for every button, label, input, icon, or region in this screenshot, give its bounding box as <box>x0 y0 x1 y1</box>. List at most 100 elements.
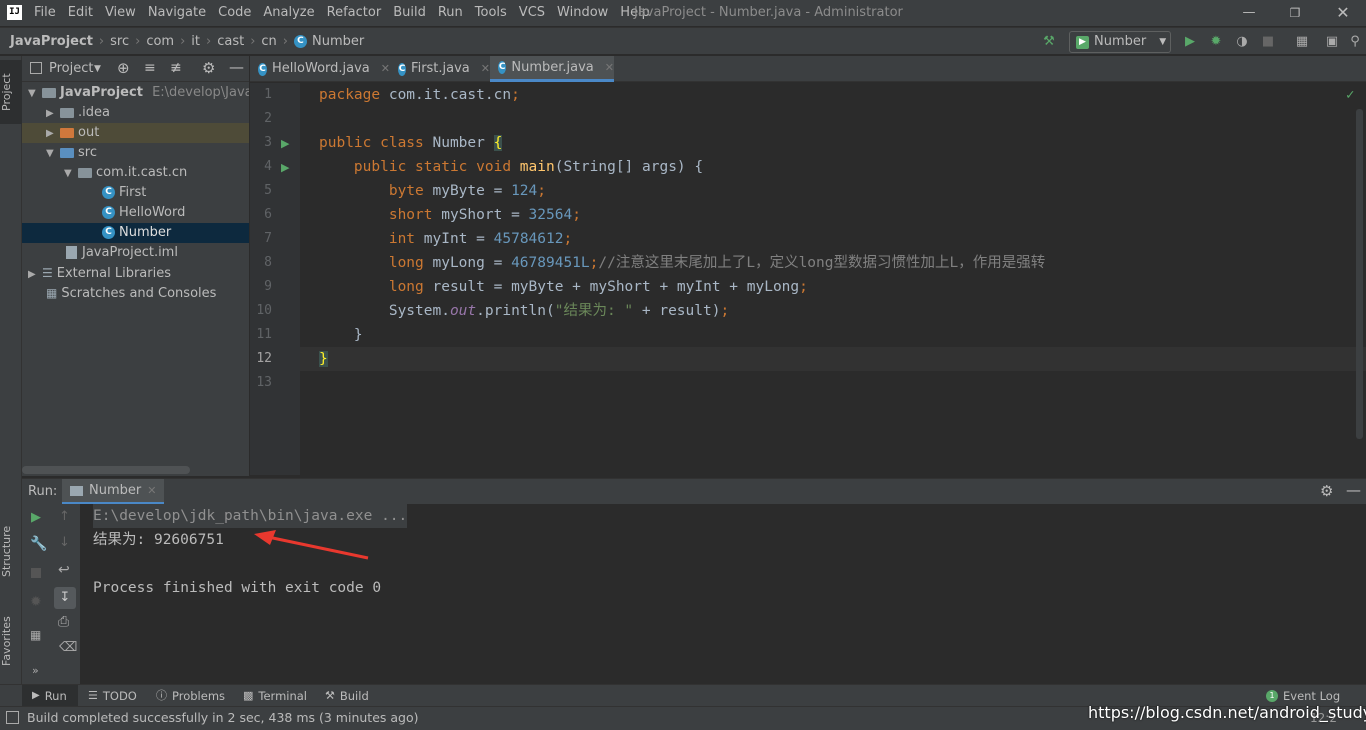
console-output[interactable]: E:\develop\jdk_path\bin\java.exe ... 结果为… <box>80 504 1366 684</box>
tree-item-external-libraries[interactable]: ▶ ☰ External Libraries <box>22 263 249 283</box>
breadcrumb-item[interactable]: it <box>191 28 200 55</box>
arrow-down-icon[interactable]: ↓ <box>59 535 70 550</box>
collapse-all-icon[interactable]: ≢ <box>170 60 182 76</box>
tool-tab-problems[interactable]: ⓘ Problems <box>156 685 225 707</box>
toggle-tool-windows-icon[interactable] <box>6 711 19 724</box>
restore-button[interactable]: ❐ <box>1272 0 1318 26</box>
stop-icon[interactable] <box>31 568 41 578</box>
print-icon[interactable]: ⎙ <box>58 614 69 630</box>
debug-bug-icon[interactable]: ✹ <box>1208 34 1224 50</box>
locate-icon[interactable]: ⊕ <box>117 59 130 77</box>
expand-all-icon[interactable]: ≡ <box>144 60 156 76</box>
project-view-icon <box>30 62 42 74</box>
minimize-button[interactable]: — <box>1226 0 1272 26</box>
project-structure-icon[interactable]: ▦ <box>1294 34 1310 50</box>
menu-analyze[interactable]: Analyze <box>263 0 320 26</box>
red-arrow-annotation <box>254 530 369 560</box>
menu-refactor[interactable]: Refactor <box>327 0 388 26</box>
menu-run[interactable]: Run <box>438 0 469 26</box>
hide-icon[interactable]: — <box>1346 481 1361 499</box>
close-window-button[interactable]: ✕ <box>1320 0 1366 26</box>
search-icon[interactable]: ⚲ <box>1347 34 1363 50</box>
menu-vcs[interactable]: VCS <box>519 0 551 26</box>
code-editor[interactable]: package com.it.cast.cn; public class Num… <box>300 83 1366 475</box>
horizontal-scrollbar[interactable] <box>22 466 190 474</box>
breadcrumb-item[interactable]: cast <box>217 28 244 55</box>
chevron-down-icon: ▼ <box>46 148 54 159</box>
coverage-icon[interactable]: ◑ <box>1234 34 1250 50</box>
layout-icon[interactable]: ▦ <box>30 628 41 642</box>
tool-tab-label: Problems <box>172 689 226 703</box>
breadcrumb-item[interactable]: cn <box>261 28 276 55</box>
code-line: System.out.println("结果为: " + result); <box>319 303 730 319</box>
breadcrumb-item[interactable]: com <box>146 28 174 55</box>
code-line: long result = myByte + myShort + myInt +… <box>388 279 808 295</box>
tool-tab-build[interactable]: ⚒ Build <box>325 685 369 707</box>
tool-tab-terminal[interactable]: ▩ Terminal <box>243 685 307 707</box>
gear-icon[interactable]: ⚙ <box>1320 482 1333 500</box>
line-number: 9 <box>264 279 272 294</box>
class-icon: C <box>258 62 268 76</box>
wrench-icon[interactable]: 🔧 <box>30 536 47 552</box>
trash-icon[interactable]: ⌫ <box>59 640 77 655</box>
tree-item-helloword[interactable]: C HelloWord <box>22 203 249 223</box>
tree-item-idea[interactable]: ▶ .idea <box>22 103 249 123</box>
close-icon[interactable]: ✕ <box>381 56 390 82</box>
tree-item-first[interactable]: C First <box>22 183 249 203</box>
presentation-icon[interactable]: ▣ <box>1324 34 1340 50</box>
tree-item-iml[interactable]: JavaProject.iml <box>22 243 249 263</box>
gear-icon[interactable]: ⚙ <box>202 59 215 77</box>
line-number: 5 <box>264 183 272 198</box>
menu-build[interactable]: Build <box>393 0 432 26</box>
menu-edit[interactable]: Edit <box>68 0 99 26</box>
stop-icon[interactable]: ■ <box>1260 34 1276 50</box>
close-icon[interactable]: ✕ <box>147 484 156 497</box>
code-line: short myShort = 32564; <box>388 207 581 223</box>
more-icon[interactable]: » <box>32 664 39 677</box>
arrow-up-icon[interactable]: ↑ <box>59 509 70 524</box>
vertical-scrollbar[interactable] <box>1356 109 1363 439</box>
menu-navigate[interactable]: Navigate <box>148 0 212 26</box>
no-problems-check-icon[interactable]: ✓ <box>1346 87 1354 103</box>
hide-icon[interactable]: — <box>229 58 244 76</box>
soft-wrap-icon[interactable]: ↩ <box>58 562 70 578</box>
breadcrumb-item[interactable]: src <box>110 28 129 55</box>
project-tool-tab[interactable]: Project <box>0 60 22 124</box>
project-view-select[interactable]: Project <box>49 61 93 76</box>
tab-number[interactable]: C Number.java ✕ <box>490 56 614 82</box>
menu-tools[interactable]: Tools <box>475 0 513 26</box>
tool-tab-todo[interactable]: ☰ TODO <box>88 685 137 707</box>
run-icon[interactable]: ▶ <box>1182 34 1198 50</box>
run-configuration-select[interactable]: ▶ Number ▼ <box>1069 31 1171 53</box>
tab-helloword[interactable]: C HelloWord.java ✕ <box>250 56 390 82</box>
breadcrumb-item[interactable]: JavaProject <box>10 28 93 55</box>
run-tab-number[interactable]: Number ✕ <box>62 479 165 505</box>
scroll-to-end-icon[interactable]: ↧ <box>54 587 76 609</box>
chevron-down-icon[interactable]: ▼ <box>94 64 101 74</box>
tree-item-label: .idea <box>78 105 110 120</box>
breadcrumb-item[interactable]: Number <box>312 28 364 55</box>
favorites-tool-tab[interactable]: Favorites <box>0 606 22 676</box>
tree-item-src[interactable]: ▼ src <box>22 143 249 163</box>
tab-first[interactable]: C First.java ✕ <box>390 56 490 82</box>
debug-icon[interactable]: ✹ <box>30 594 42 610</box>
close-icon[interactable]: ✕ <box>605 55 614 81</box>
tree-item-number[interactable]: C Number <box>22 223 249 243</box>
tree-item-javaproject[interactable]: ▼ JavaProject E:\develop\JavaPro <box>22 83 249 103</box>
structure-tool-tab[interactable]: Structure <box>0 516 22 586</box>
menu-code[interactable]: Code <box>218 0 257 26</box>
run-class-gutter-icon[interactable]: ▶ <box>281 137 289 150</box>
menu-window[interactable]: Window <box>557 0 614 26</box>
tree-item-scratches[interactable]: ▦ Scratches and Consoles <box>22 283 249 303</box>
close-icon[interactable]: ✕ <box>481 56 490 82</box>
run-toolbar: ▶ ↑ 🔧 ↓ ↩ ✹ ↧ ⎙ ▦ ⌫ » <box>22 504 80 684</box>
build-hammer-icon[interactable]: ⚒ <box>1041 34 1057 50</box>
tree-item-package[interactable]: ▼ com.it.cast.cn <box>22 163 249 183</box>
run-config-icon: ▶ <box>1076 35 1089 49</box>
menu-file[interactable]: File <box>34 0 62 26</box>
rerun-icon[interactable]: ▶ <box>31 510 41 525</box>
run-main-gutter-icon[interactable]: ▶ <box>281 161 289 174</box>
tool-tab-run[interactable]: ▶ Run <box>22 685 78 707</box>
tree-item-out[interactable]: ▶ out <box>22 123 249 143</box>
menu-view[interactable]: View <box>105 0 142 26</box>
